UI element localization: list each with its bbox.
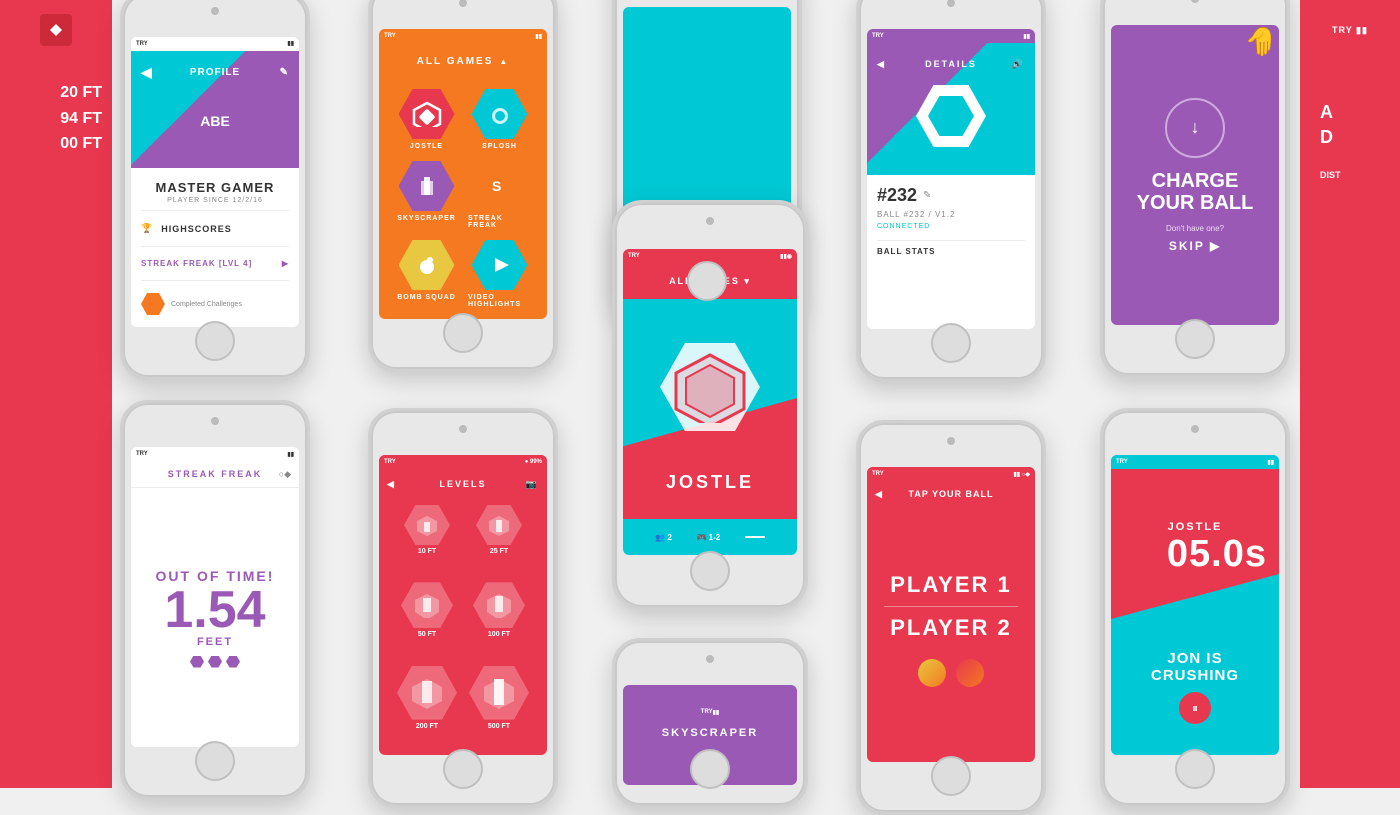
streak-icon-2 — [208, 656, 222, 668]
level-500ft-label: 500 FT — [488, 723, 510, 730]
score-20ft: 20 FT — [10, 80, 102, 106]
game-streakfreak-label: STREAK FREAK — [468, 215, 531, 229]
game-item-streakfreak[interactable]: S STREAK FREAK — [468, 161, 531, 230]
streak-freak-arrow: ▶ — [282, 259, 289, 268]
streak-freak-label: STREAK FREAK [LVL 4] — [141, 259, 252, 268]
level-50ft-label: 50 FT — [418, 631, 436, 638]
streak-freak-row[interactable]: STREAK FREAK [LVL 4] ▶ — [131, 253, 299, 274]
streak-unit: FEET — [197, 636, 233, 648]
streak-distance: 1.54 — [164, 584, 265, 636]
right-edge-dist: DIST — [1320, 170, 1341, 180]
game-item-jostle[interactable]: JOSTLE — [395, 89, 458, 151]
score-94ft: 94 FT — [10, 106, 102, 132]
profile-back-btn[interactable]: ◀ — [141, 64, 153, 81]
profile-name: MASTER GAMER — [131, 174, 299, 197]
phone-allgames: TRY▮▮ ALL GAMES ▲ JOSTLE SPLOSH — [368, 0, 558, 372]
tap-player2: PLAYER 2 — [890, 615, 1012, 641]
game-splosh-label: SPLOSH — [482, 143, 517, 150]
charge-arrow-icon: ↓ — [1191, 117, 1200, 138]
highscores-label: HIGHSCORES — [161, 224, 232, 234]
crushing-timer: 05.0s — [1167, 533, 1267, 576]
game-item-skyscraper[interactable]: SKYSCRAPER — [395, 161, 458, 230]
game-jostle-label: JOSTLE — [410, 143, 443, 150]
streak-header-title: STREAK FREAK — [168, 469, 263, 479]
phone-levels: TRY● 99% ◀ LEVELS 📷 10 FT — [368, 408, 558, 808]
jostle-header-crushing: JOSTLE — [1123, 521, 1267, 533]
phone-details: TRY▮▮ ◀ DETAILS 🔊 #232 ✎ BALL #232 / V1.… — [856, 0, 1046, 382]
game-item-bombsquad[interactable]: BOMB SQUAD — [395, 240, 458, 309]
phone-profile: TRY▮▮ ◀ PROFILE ✎ ABE MASTER GAMER PLAYE… — [120, 0, 310, 380]
profile-title: PROFILE — [190, 67, 240, 78]
game-video-label: VIDEO HIGHLIGHTS — [468, 294, 531, 308]
charge-skip-btn[interactable]: SKIP ▶ — [1169, 239, 1221, 253]
streak-settings-icon[interactable]: ○◆ — [279, 469, 291, 480]
allgames-header: ALL GAMES ▲ — [379, 43, 547, 79]
levels-cam-icon[interactable]: 📷 — [526, 479, 539, 490]
tap-player1: PLAYER 1 — [890, 572, 1012, 598]
completed-label: Completed Challenges — [171, 301, 242, 308]
ball-info: BALL #232 / V1.2 — [877, 210, 1025, 219]
details-sound-btn[interactable]: 🔊 — [1012, 59, 1025, 70]
jostle-players: 👥 2 — [655, 533, 672, 542]
game-item-video[interactable]: VIDEO HIGHLIGHTS — [468, 240, 531, 309]
profile-edit-btn[interactable]: ✎ — [280, 67, 289, 78]
svg-text:S: S — [492, 178, 501, 194]
ball-stats[interactable]: BALL STATS — [877, 240, 1025, 256]
hand-icon: ✋ — [1244, 25, 1279, 58]
details-back-btn[interactable]: ◀ — [877, 59, 886, 70]
skyscraper-cam-icon[interactable]: 📷 — [703, 747, 718, 761]
tap-ball-1[interactable] — [918, 659, 946, 687]
phone-tap: TRY▮▮ ○◆ ◀ TAP YOUR BALL PLAYER 1 PLAYER… — [856, 420, 1046, 815]
skyscraper-title: SKYSCRAPER — [662, 719, 758, 743]
right-edge-panel: TRY ▮▮ AD DIST — [1300, 0, 1400, 788]
details-title: DETAILS — [925, 59, 977, 69]
level-500ft[interactable]: 500 FT — [467, 666, 531, 749]
level-200ft[interactable]: 200 FT — [395, 666, 459, 749]
ball-connected: CONNECTED — [877, 223, 1025, 230]
streak-icon-1 — [190, 656, 204, 668]
level-50ft[interactable]: 50 FT — [395, 582, 459, 657]
level-25ft-label: 25 FT — [490, 548, 508, 555]
level-100ft-label: 100 FT — [488, 631, 510, 638]
jostle-menu-icon[interactable] — [745, 536, 765, 538]
phone-streak: TRY▮▮ STREAK FREAK ○◆ OUT OF TIME! 1.54 … — [120, 400, 310, 800]
crushing-message: JON ISCRUSHING — [1151, 650, 1239, 684]
level-200ft-label: 200 FT — [416, 723, 438, 730]
level-25ft[interactable]: 25 FT — [467, 505, 531, 574]
level-100ft[interactable]: 100 FT — [467, 582, 531, 657]
jostle-game-title: JOSTLE — [623, 472, 797, 493]
charge-title: CHARGEYOUR BALL — [1137, 170, 1254, 214]
game-item-splosh[interactable]: SPLOSH — [468, 89, 531, 151]
phone-skyscraper: TRY▮▮ SKYSCRAPER 📷 — [612, 638, 808, 808]
ball-number: #232 — [877, 185, 917, 206]
profile-avatar: ABE — [200, 113, 230, 129]
crushing-pause-btn[interactable]: ⏸ — [1179, 692, 1211, 724]
streak-icon-3 — [226, 656, 240, 668]
levels-title: LEVELS — [439, 479, 486, 489]
level-10ft-label: 10 FT — [418, 548, 436, 555]
tap-ball-2[interactable] — [956, 659, 984, 687]
game-skyscraper-label: SKYSCRAPER — [397, 215, 456, 222]
score-100ft: 00 FT — [10, 131, 102, 157]
tap-back-btn[interactable]: ◀ — [875, 489, 883, 500]
levels-back-btn[interactable]: ◀ — [387, 479, 396, 490]
level-10ft[interactable]: 10 FT — [395, 505, 459, 574]
left-edge-panel: 20 FT 94 FT 00 FT — [0, 0, 112, 788]
ball-edit-icon[interactable]: ✎ — [923, 190, 931, 201]
phone-crushing: TRY▮▮ JOSTLE 05.0s JON ISCRUSHING ⏸ — [1100, 408, 1290, 808]
tap-header: ◀ TAP YOUR BALL — [867, 481, 1035, 507]
trophy-icon: 🏆 — [141, 223, 153, 234]
game-bombsquad-label: BOMB SQUAD — [397, 294, 456, 301]
jostle-levels: 🎮 1-2 — [696, 533, 720, 542]
phone-charge: ✋ ↓ CHARGEYOUR BALL Don't have one? SKIP… — [1100, 0, 1290, 378]
charge-subtitle: Don't have one? — [1166, 224, 1224, 233]
right-edge-text: AD — [1320, 100, 1341, 150]
profile-since: PLAYER SINCE 12/2/16 — [131, 197, 299, 204]
